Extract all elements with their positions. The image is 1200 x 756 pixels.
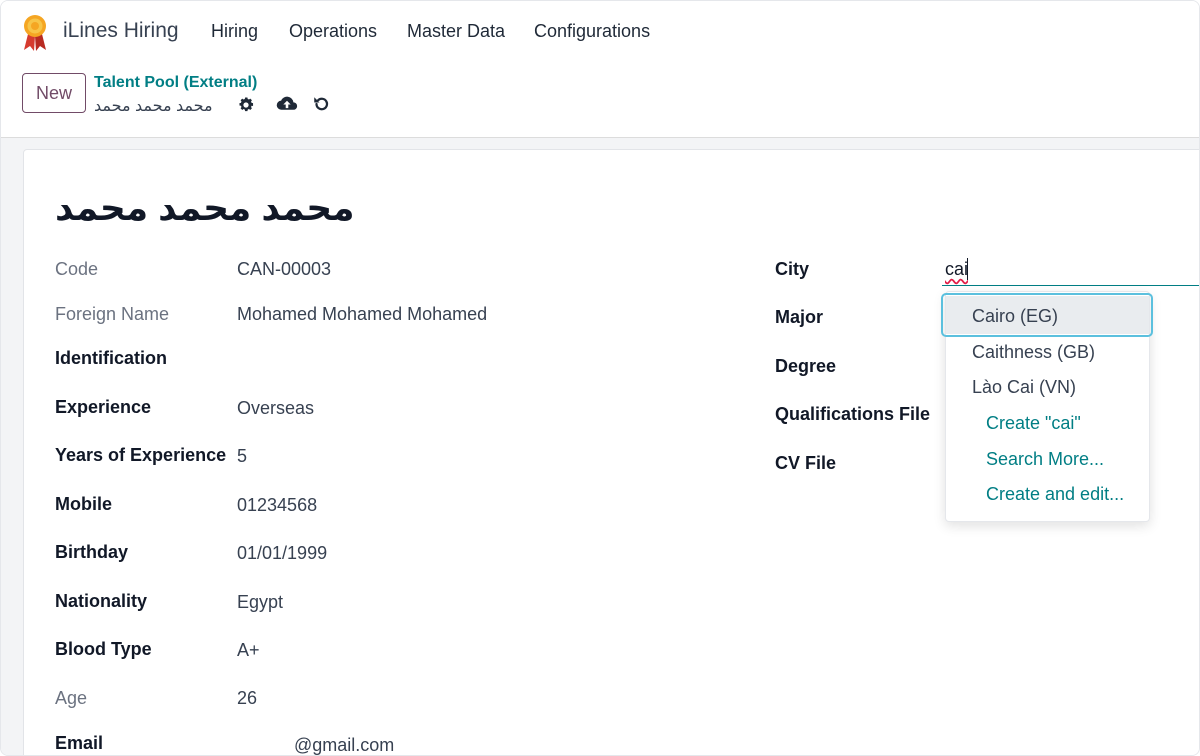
create-option[interactable]: Create "cai" (986, 413, 1081, 434)
label-foreign-name: Foreign Name (55, 304, 170, 324)
ribbon-logo-icon[interactable] (20, 12, 50, 52)
label-email: Email (55, 733, 104, 753)
cloud-upload-icon[interactable] (276, 94, 298, 114)
new-button[interactable]: New (22, 73, 86, 113)
value-foreign-name[interactable]: Mohamed Mohamed Mohamed (237, 304, 487, 325)
candidate-name-title[interactable]: محمد محمد محمد (55, 187, 355, 229)
text-caret (967, 258, 968, 280)
value-mobile[interactable]: 01234568 (237, 495, 317, 516)
undo-icon[interactable] (312, 95, 330, 113)
gear-icon[interactable] (237, 96, 255, 114)
label-identification: Identification (55, 348, 167, 368)
city-input-value: cai (945, 259, 969, 279)
option-lao-cai[interactable]: Lào Cai (VN) (972, 377, 1076, 398)
value-experience[interactable]: Overseas (237, 398, 314, 419)
label-experience: Experience (55, 397, 152, 417)
option-caithness[interactable]: Caithness (GB) (972, 342, 1095, 363)
menu-hiring[interactable]: Hiring (211, 21, 258, 42)
breadcrumb-talent-pool[interactable]: Talent Pool (External) (94, 74, 257, 92)
top-navbar: iLines Hiring Hiring Operations Master D… (1, 1, 1199, 63)
menu-operations[interactable]: Operations (289, 21, 377, 42)
search-more-option[interactable]: Search More... (986, 449, 1104, 470)
city-input[interactable] (942, 257, 1199, 286)
menu-configurations[interactable]: Configurations (534, 21, 650, 42)
label-mobile: Mobile (55, 494, 112, 514)
menu-master-data[interactable]: Master Data (407, 21, 505, 42)
value-email[interactable]: @gmail.com (294, 735, 394, 755)
app-window: iLines Hiring Hiring Operations Master D… (0, 0, 1200, 756)
value-blood-type[interactable]: A+ (237, 640, 260, 661)
create-and-edit-option[interactable]: Create and edit... (986, 484, 1124, 505)
value-years-experience[interactable]: 5 (237, 446, 247, 467)
label-major: Major (775, 307, 824, 327)
label-birthday: Birthday (55, 542, 129, 562)
selected-option-focus-ring (941, 293, 1153, 337)
label-qualifications-file: Qualifications File (775, 404, 931, 424)
label-blood-type: Blood Type (55, 639, 152, 659)
value-nationality[interactable]: Egypt (237, 592, 283, 613)
label-nationality: Nationality (55, 591, 148, 611)
value-birthday[interactable]: 01/01/1999 (237, 543, 327, 564)
label-years-experience: Years of Experience (55, 445, 227, 465)
breadcrumb-record-name: محمد محمد محمد (94, 98, 213, 115)
label-age: Age (55, 688, 88, 708)
value-code: CAN-00003 (237, 259, 332, 279)
label-code: Code (55, 259, 99, 279)
label-city: City (775, 259, 810, 279)
app-name[interactable]: iLines Hiring (63, 19, 179, 43)
value-age: 26 (237, 688, 258, 708)
label-degree: Degree (775, 356, 837, 376)
label-cv-file: CV File (775, 453, 837, 473)
control-panel: New Talent Pool (External) محمد محمد محم… (1, 63, 1199, 138)
